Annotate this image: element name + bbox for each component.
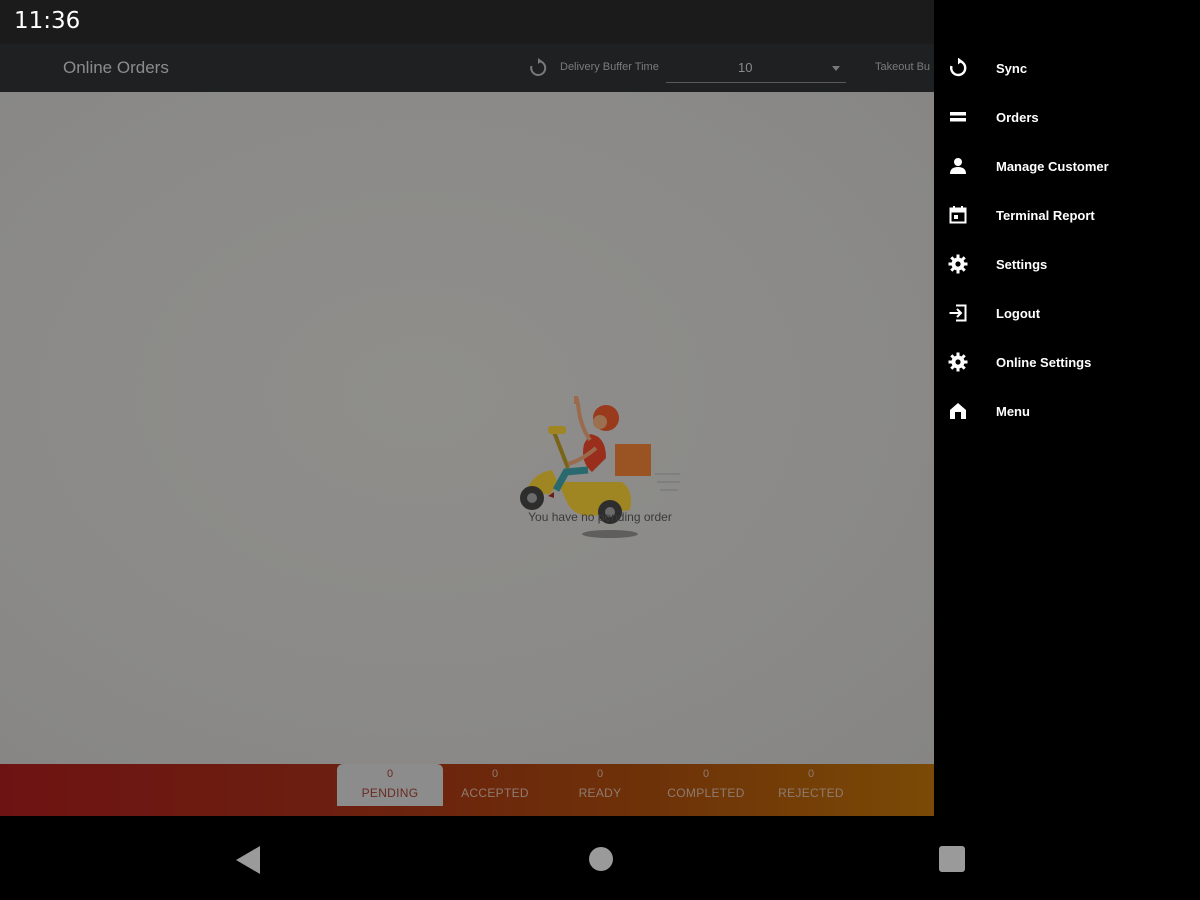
navigation-drawer: Sync Orders Manage Customer Terminal Rep… [934,0,1200,816]
drawer-item-label: Orders [996,110,1039,125]
sync-icon [950,58,967,77]
tab-pending[interactable]: 0 PENDING [337,764,443,806]
tab-completed-count: 0 [702,768,710,780]
orders-content: You have no pending order [0,92,934,764]
drawer-item-settings[interactable]: Settings [934,242,1200,286]
delivery-buffer-value: 10 [738,60,753,75]
system-nav-bar [0,816,1200,900]
drawer-item-label: Online Settings [996,355,1092,370]
drawer-item-menu[interactable]: Menu [934,389,1200,433]
orders-icon [950,112,966,122]
gear-icon [948,352,968,372]
status-time: 11:36 [14,8,81,34]
drawer-item-online-settings[interactable]: Online Settings [934,340,1200,384]
page-title: Online Orders [63,58,169,77]
tab-ready-label: READY [578,786,622,800]
delivery-buffer-label: Delivery Buffer Time [560,61,659,73]
tab-accepted-label: ACCEPTED [461,786,529,800]
calendar-icon [949,206,967,224]
logout-icon [949,304,967,322]
tab-completed[interactable]: 0 COMPLETED [653,764,759,816]
tab-rejected-count: 0 [807,768,815,780]
tab-rejected[interactable]: 0 REJECTED [758,764,864,816]
back-icon[interactable] [234,844,262,876]
refresh-icon[interactable] [528,58,548,78]
drawer-item-label: Sync [996,61,1028,76]
tab-accepted-count: 0 [491,768,499,780]
drawer-item-label: Menu [996,404,1030,419]
tab-ready[interactable]: 0 READY [547,764,653,816]
recents-icon[interactable] [938,845,966,873]
order-status-tabs: 0 PENDING 0 ACCEPTED 0 READY 0 COMPLETED… [0,764,934,816]
tab-ready-count: 0 [596,768,604,780]
drawer-item-orders[interactable]: Orders [934,95,1200,139]
app-toolbar: Online Orders Delivery Buffer Time 10 Ta… [0,44,934,92]
gear-icon [948,254,968,274]
drawer-item-label: Settings [996,257,1048,272]
app-area: Online Orders Delivery Buffer Time 10 Ta… [0,44,934,816]
tab-pending-count: 0 [386,768,394,780]
tab-rejected-label: REJECTED [778,786,844,800]
tab-completed-label: COMPLETED [667,786,745,800]
drawer-item-label: Terminal Report [996,208,1095,223]
store-icon [950,403,966,419]
takeout-buffer-label: Takeout Bu [875,61,931,73]
drawer-item-label: Logout [996,306,1041,321]
home-icon[interactable] [588,846,614,872]
tab-accepted[interactable]: 0 ACCEPTED [442,764,548,816]
tab-pending-label: PENDING [361,786,419,800]
drawer-item-terminal-report[interactable]: Terminal Report [934,193,1200,237]
chevron-down-icon [832,66,840,71]
drawer-item-manage-customer[interactable]: Manage Customer [934,144,1200,188]
drawer-item-logout[interactable]: Logout [934,291,1200,335]
delivery-buffer-select[interactable]: 10 [666,52,846,83]
person-icon [950,158,966,174]
delivery-scooter-illustration [520,396,680,538]
drawer-item-sync[interactable]: Sync [934,46,1200,90]
empty-state-message: You have no pending order [528,510,672,524]
drawer-item-label: Manage Customer [996,159,1109,174]
